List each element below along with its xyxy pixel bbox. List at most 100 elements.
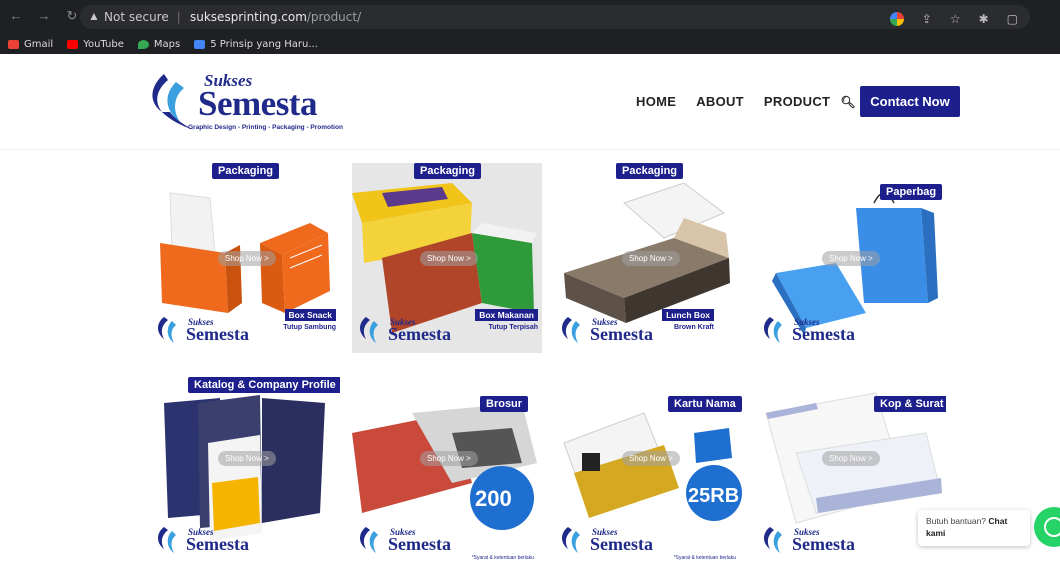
warning-icon[interactable]: ▲ [88,9,100,23]
url-host: suksesprinting.com [190,10,307,24]
bookmark-prinsip[interactable]: 5 Prinsip yang Haru... [194,39,318,50]
star-icon[interactable]: ☆ [950,12,961,26]
watermark-line2: Semesta [590,324,653,344]
shop-now-link[interactable]: Shop Now > [420,451,478,466]
security-label: Not secure [104,10,169,24]
site-icon [194,39,206,49]
forward-icon[interactable]: → [36,8,52,24]
extensions-icon[interactable]: ✱ [979,12,989,26]
promo-value: 25RB [688,485,740,507]
logo-swoosh-icon [562,317,580,343]
url-path: /product/ [306,10,362,24]
shop-now-link[interactable]: Shop Now > [822,251,880,266]
watermark-line2: Semesta [186,324,249,344]
shop-now-link[interactable]: Shop Now > [622,251,680,266]
brand-watermark: Sukses Semesta [356,315,451,347]
bookmark-label: Gmail [24,38,54,50]
category-badge: Packaging [414,163,482,179]
site-logo[interactable]: Sukses Semesta Graphic Design - Printing… [146,72,343,134]
terms-note: *Syarat & ketentuan berlaku [471,555,534,561]
shop-now-link[interactable]: Shop Now > [218,251,276,266]
gmail-icon [8,39,19,49]
category-badge: Brosur [480,396,529,412]
category-badge: Kartu Nama [668,396,742,412]
brand-watermark: Sukses Semesta [154,315,249,347]
logo-swoosh-icon [562,527,580,553]
watermark-line2: Semesta [186,534,249,554]
product-card-brosur[interactable]: Brosur Shop Now > 200 *Syarat & ketentua… [352,373,542,563]
bookmarks-bar: Gmail YouTube Maps 5 Prinsip yang Haru..… [0,34,1060,54]
site-header: Sukses Semesta Graphic Design - Printing… [0,54,1060,150]
shop-now-link[interactable]: Shop Now > [622,451,680,466]
watermark-line2: Semesta [388,534,451,554]
watermark-line2: Semesta [388,324,451,344]
browser-nav-buttons: ← → ↻ [8,8,80,24]
reload-icon[interactable]: ↻ [64,8,80,24]
product-card-box-snack[interactable]: Packaging Shop Now > Box Snack Tutup Sam… [150,163,340,353]
share-icon[interactable]: ⇪ [922,12,932,26]
category-badge: Paperbag [880,184,943,200]
product-name: Box Makanan [475,309,538,321]
bookmark-label: 5 Prinsip yang Haru... [210,38,318,50]
youtube-icon [67,39,79,49]
category-badge: Packaging [212,163,280,179]
promo-value: 200 [475,486,512,511]
nav-product[interactable]: PRODUCT [764,94,830,109]
shop-now-link[interactable]: Shop Now > [218,451,276,466]
brand-watermark: Sukses Semesta [760,315,855,347]
product-sublabel: Lunch Box Brown Kraft [662,305,714,331]
product-card-box-makanan[interactable]: Packaging Shop Now > Box Makanan Tutup T… [352,163,542,353]
terms-note: *Syarat & ketentuan berlaku [673,555,736,561]
bookmark-label: Maps [153,38,181,50]
maps-icon [137,39,149,49]
product-card-lunch-box[interactable]: Packaging Shop Now > Lunch Box Brown Kra… [554,163,744,353]
category-badge: Katalog & Company Profile [188,377,340,393]
back-icon[interactable]: ← [8,8,24,24]
logo-swoosh-icon [158,527,176,553]
address-bar[interactable]: ▲ Not secure | suksesprinting.com/produc… [80,5,1030,29]
watermark-line2: Semesta [590,534,653,554]
nav-about[interactable]: ABOUT [696,94,744,109]
whatsapp-icon[interactable] [1034,507,1060,547]
logo-swoosh-icon [152,74,194,130]
category-badge: Packaging [616,163,684,179]
main-nav: HOME ABOUT PRODUCT 🔍︎ [636,94,856,109]
shop-now-link[interactable]: Shop Now > [420,251,478,266]
product-card-katalog[interactable]: Katalog & Company Profile Shop Now > Suk… [150,373,340,563]
search-icon[interactable]: 🔍︎ [840,95,856,109]
logo-line2: Semesta [198,84,317,123]
sidepanel-icon[interactable]: ▢ [1007,12,1018,26]
category-badge: Kop & Surat [874,396,946,412]
bookmark-youtube[interactable]: YouTube [67,39,124,50]
contact-now-button[interactable]: Contact Now [860,86,960,117]
logo-tagline: Graphic Design - Printing - Packaging - … [188,124,343,131]
product-variant: Tutup Sambung [283,324,336,331]
logo-swoosh-icon [158,317,176,343]
brand-watermark: Sukses Semesta [558,315,653,347]
bookmark-gmail[interactable]: Gmail [8,39,53,50]
google-icon[interactable] [889,12,904,26]
logo-swoosh-icon [764,527,782,553]
bookmark-maps[interactable]: Maps [137,38,181,50]
url-text[interactable]: suksesprinting.com/product/ [190,10,361,24]
product-sublabel: Box Snack Tutup Sambung [283,305,336,331]
logo-swoosh-icon [360,317,378,343]
brand-watermark: Sukses Semesta [356,525,451,557]
shop-now-link[interactable]: Shop Now > [822,451,880,466]
logo-swoosh-icon [360,527,378,553]
whatsapp-ring [1044,517,1060,537]
product-name: Box Snack [284,309,336,321]
product-card-kartu-nama[interactable]: Kartu Nama Shop Now > 25RB *Syarat & ket… [554,373,744,563]
nav-home[interactable]: HOME [636,94,676,109]
product-card-paperbag[interactable]: Paperbag Shop Now > Sukses Semesta [756,163,946,353]
brand-watermark: Sukses Semesta [154,525,249,557]
watermark-line2: Semesta [792,324,855,344]
product-sublabel: Box Makanan Tutup Terpisah [475,305,538,331]
brand-watermark: Sukses Semesta [760,525,855,557]
chat-text: Butuh bantuan? [926,516,987,526]
divider: | [177,9,181,24]
watermark-line2: Semesta [792,534,855,554]
omnibox-icons: ⇪ ☆ ✱ ▢ [889,12,1018,26]
chat-bubble[interactable]: Butuh bantuan? Chat kami [918,510,1030,546]
product-name: Lunch Box [662,309,714,321]
